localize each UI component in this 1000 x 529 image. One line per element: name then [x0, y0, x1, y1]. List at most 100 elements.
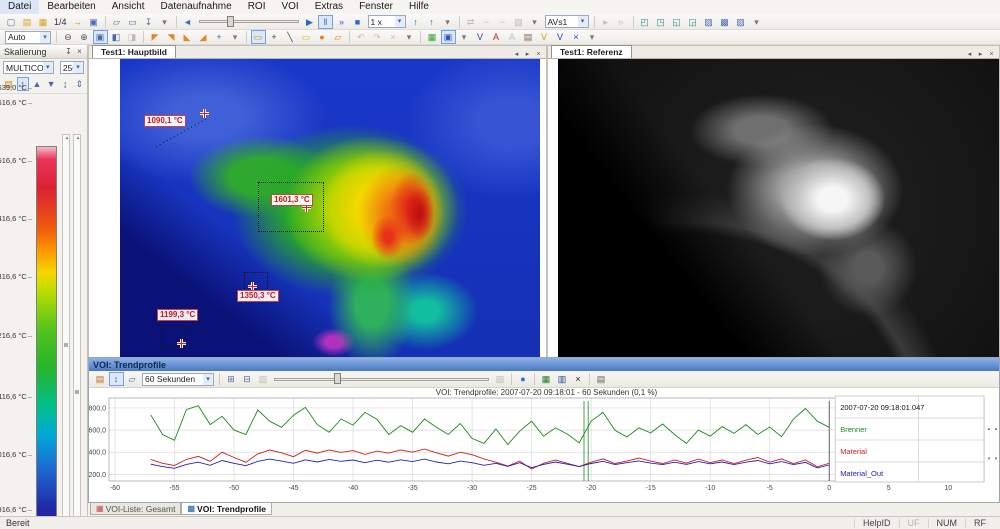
next-result-icon[interactable]: ▹ [614, 15, 629, 29]
play-button[interactable]: ▶ [302, 15, 317, 29]
zoom-in-icon[interactable]: ⊕ [77, 30, 92, 44]
split-horizontal-icon[interactable]: ◧ [109, 30, 124, 44]
subtract-ref-icon[interactable]: − [495, 15, 510, 29]
print-icon[interactable]: ▭ [125, 15, 140, 29]
voi-list-icon[interactable]: ▤ [521, 30, 536, 44]
voi-report-icon[interactable]: ▣ [441, 30, 456, 44]
scale-max-slider[interactable]: ▴ ▾ [62, 134, 70, 529]
overflow-icon[interactable]: ▾ [749, 15, 764, 29]
menu-item-ansicht[interactable]: Ansicht [104, 0, 153, 14]
zoom-out-icon[interactable]: ⊖ [61, 30, 76, 44]
tab-referenz[interactable]: Test1: Referenz [551, 45, 632, 58]
menu-item-roi[interactable]: ROI [240, 0, 274, 14]
step-back-icon[interactable]: ↑ [408, 15, 423, 29]
thermal-image[interactable]: 1090,1 °C1601,3 °C1350,3 °C1199,3 °C [120, 59, 540, 357]
tab-scroll-left-icon[interactable]: ◂ [512, 50, 521, 58]
flip-horizontal-icon[interactable]: ◣ [180, 30, 195, 44]
trend-graph-icon[interactable]: ▥ [555, 372, 570, 386]
arrow-up-icon[interactable]: ▴ [63, 135, 71, 141]
reference-image[interactable] [558, 59, 999, 357]
roi-polygon-icon[interactable]: ▱ [331, 30, 346, 44]
split-vertical-icon[interactable]: ◨ [125, 30, 140, 44]
scale-lock-icon[interactable]: ⇕ [73, 77, 85, 91]
fast-forward-button[interactable]: » [334, 15, 349, 29]
roi-circle-icon[interactable]: ● [315, 30, 330, 44]
voi-alarm2-icon[interactable]: A [505, 30, 520, 44]
new-image-icon[interactable]: ▤ [20, 15, 35, 29]
tab-scroll-left-icon[interactable]: ◂ [965, 50, 974, 58]
trend-chart[interactable]: VOI: Trendprofile: 2007-07-20 09:18:01 -… [89, 388, 999, 502]
measure-corner3-icon[interactable]: ◱ [669, 15, 684, 29]
tab-hauptbild[interactable]: Test1: Hauptbild [92, 45, 176, 58]
temperature-label[interactable]: 1601,3 °C [271, 194, 313, 206]
timeline-slider[interactable] [199, 16, 299, 28]
roi-delete-icon[interactable]: × [386, 30, 401, 44]
slider-thumb[interactable] [227, 16, 234, 27]
measure-corner4-icon[interactable]: ◲ [685, 15, 700, 29]
measure-corner2-icon[interactable]: ◳ [653, 15, 668, 29]
trend-autoscale-icon[interactable]: ↕ [109, 372, 124, 386]
palette-combo[interactable]: MULTICOLOR ▾ [3, 61, 54, 74]
close-icon[interactable]: × [534, 51, 543, 58]
temperature-label[interactable]: 1199,3 °C [157, 309, 198, 321]
trend-delete-icon[interactable]: × [571, 372, 586, 386]
zoom-fit-icon[interactable]: ▣ [93, 30, 108, 44]
measure-area3-icon[interactable]: ▧ [733, 15, 748, 29]
temperature-label[interactable]: 1350,3 °C [237, 290, 279, 302]
menu-item-extras[interactable]: Extras [307, 0, 351, 14]
subtract-icon[interactable]: − [479, 15, 494, 29]
close-icon[interactable]: × [987, 51, 996, 58]
trend-back-icon[interactable]: ▧ [256, 372, 271, 386]
trend-scale-spinners[interactable]: ▴ ▾ ▴ ▾ [985, 396, 998, 492]
average-set-combo[interactable]: AVs1▾ [545, 15, 589, 28]
color-scale-bar[interactable] [36, 146, 57, 529]
overflow-icon[interactable]: ▾ [585, 30, 600, 44]
link-frames-icon[interactable]: ⇄ [463, 15, 478, 29]
roi-edit-icon[interactable]: ↶ [354, 30, 369, 44]
tab-scroll-right-icon[interactable]: ▸ [976, 50, 985, 58]
roi-point-icon[interactable]: + [267, 30, 282, 44]
slider-thumb[interactable] [64, 343, 68, 347]
menu-item-voi[interactable]: VOI [273, 0, 306, 14]
export-icon[interactable]: ↧ [141, 15, 156, 29]
trend-live-icon[interactable]: ● [516, 372, 531, 386]
arrow-up-icon[interactable]: ▴ [74, 135, 82, 141]
average-icon[interactable]: ▧ [511, 15, 526, 29]
measure-corner1-icon[interactable]: ◰ [637, 15, 652, 29]
voi-value-icon[interactable]: V [473, 30, 488, 44]
stop-button[interactable]: ■ [350, 15, 365, 29]
trend-position-slider[interactable] [274, 373, 489, 385]
goto-frame-icon[interactable]: → [70, 15, 85, 29]
rotate-left-icon[interactable]: ◤ [148, 30, 163, 44]
scale-span-icon[interactable]: ↨ [59, 77, 71, 91]
voi-table-icon[interactable]: ▦ [425, 30, 440, 44]
menu-item-datei[interactable]: Datei [0, 0, 39, 14]
overflow-icon[interactable]: ▾ [157, 15, 172, 29]
close-icon[interactable]: × [74, 47, 85, 56]
menu-item-bearbeiten[interactable]: Bearbeiten [39, 0, 103, 14]
flip-vertical-icon[interactable]: ◢ [196, 30, 211, 44]
overflow-icon[interactable]: ▾ [402, 30, 417, 44]
trend-panel-caption[interactable]: VOI: Trendprofile [89, 358, 999, 371]
copy-icon[interactable]: ▱ [109, 15, 124, 29]
prev-result-icon[interactable]: ▸ [598, 15, 613, 29]
roi-select-icon[interactable]: ▭ [251, 30, 266, 44]
bottom-tab-active[interactable]: ▩VOI: Trendprofile [181, 503, 272, 515]
trend-interval-combo[interactable]: 60 Sekunden▾ [142, 373, 214, 386]
tab-scroll-right-icon[interactable]: ▸ [523, 50, 532, 58]
measurement-roi[interactable] [258, 182, 324, 232]
voi-clear-icon[interactable]: × [569, 30, 584, 44]
overflow-icon[interactable]: ▾ [527, 15, 542, 29]
save-icon[interactable]: ▣ [86, 15, 101, 29]
arrow-down-icon[interactable]: ▾ [992, 456, 1000, 462]
overflow-icon[interactable]: ▾ [457, 30, 472, 44]
voi-trend-icon[interactable]: V [537, 30, 552, 44]
slider-thumb[interactable] [334, 373, 341, 384]
speaker-icon[interactable]: ◄ [180, 15, 195, 29]
arrow-up-icon[interactable]: ▴ [992, 426, 1000, 432]
trend-forward-icon[interactable]: ▨ [493, 372, 508, 386]
menu-item-fenster[interactable]: Fenster [351, 0, 401, 14]
slider-thumb[interactable] [75, 390, 79, 394]
scaling-mode-combo[interactable]: Auto▾ [5, 31, 51, 44]
overflow-icon[interactable]: ▾ [440, 15, 455, 29]
